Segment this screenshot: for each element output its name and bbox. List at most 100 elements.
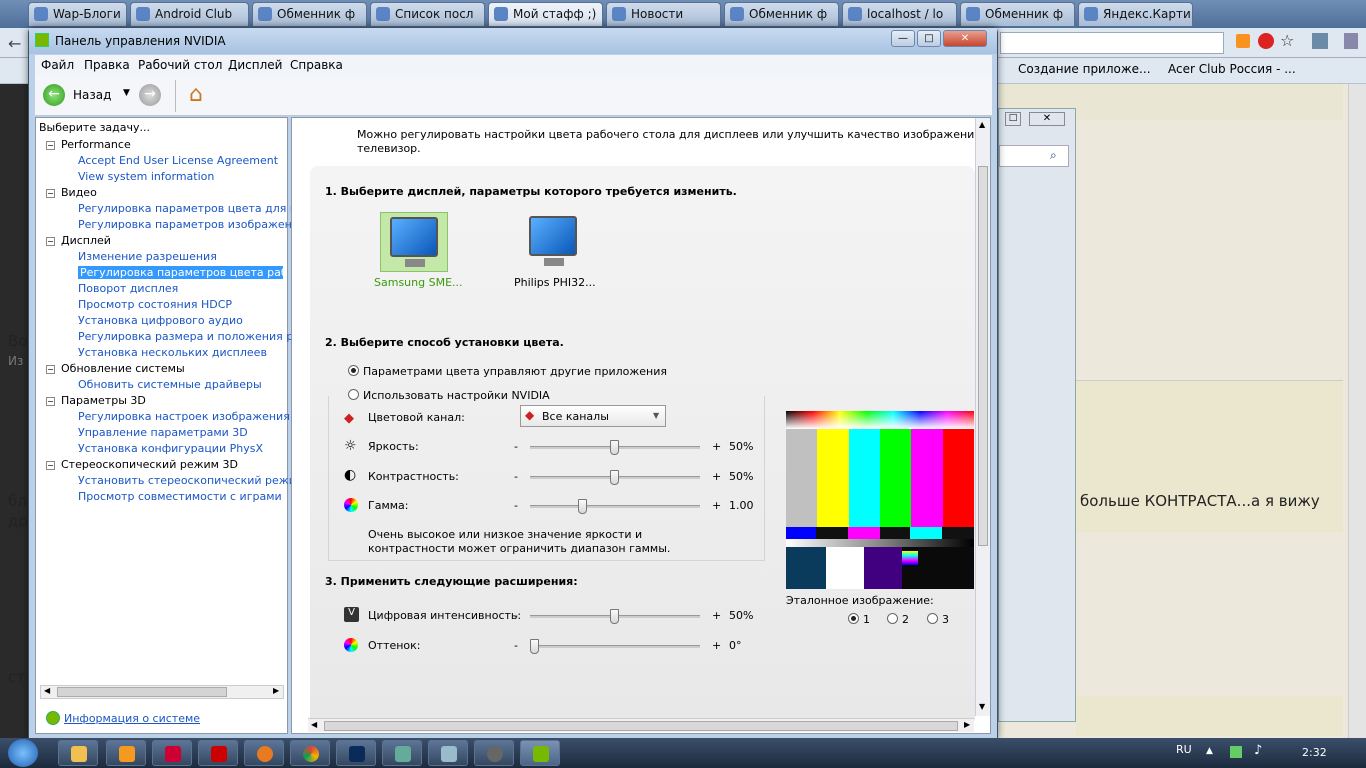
start-button[interactable] [8,739,38,767]
menu-edit[interactable]: Правка [84,58,130,72]
taskbar-firefox[interactable] [244,740,284,766]
scroll-down-icon[interactable]: ▼ [979,702,985,711]
maximize-button[interactable]: □ [917,30,941,47]
browser-tab[interactable]: Обменник ф [960,2,1075,26]
tree-task-link[interactable]: Поворот дисплея [78,282,178,295]
vibrance-slider[interactable] [530,609,700,624]
tree-expander-icon[interactable]: − [46,189,55,198]
scroll-right-icon[interactable]: ▶ [273,686,279,695]
browser-tab[interactable]: Список посл [370,2,485,26]
taskbar-explorer[interactable] [58,740,98,766]
taskbar-filezilla[interactable] [198,740,238,766]
bookmark-1[interactable]: Создание приложе... [1018,62,1151,76]
settings-hscrollbar[interactable]: ◀ ▶ [308,718,974,732]
tree-task-link[interactable]: Обновить системные драйверы [78,378,262,391]
tree-task-link[interactable]: Регулировка параметров изображения д [78,218,317,231]
scroll-up-icon[interactable]: ▲ [979,120,985,129]
settings-vscrollbar[interactable]: ▲ ▼ [975,118,990,716]
rss-icon[interactable] [1236,34,1250,48]
tree-task-link[interactable]: Регулировка параметров цвета рабочег [78,266,283,279]
taskbar-app-2[interactable] [382,740,422,766]
taskbar-nvidia[interactable] [520,740,560,766]
tree-category[interactable]: Дисплей [61,234,111,247]
close-icon[interactable]: ✕ [1029,112,1065,126]
radio-other-apps-label[interactable]: Параметрами цвета управляют другие прило… [363,365,667,378]
reference-radio-3-label[interactable]: 3 [942,613,949,626]
back-dropdown-icon[interactable]: ▼ [123,88,130,98]
taskbar-chrome[interactable] [290,740,330,766]
tree-task-link[interactable]: Регулировка размера и положения рабо [78,330,314,343]
browser-tab[interactable]: Android Club [130,2,249,26]
home-icon[interactable]: ⌂ [189,82,203,107]
brightness-thumb[interactable] [610,440,619,455]
browser-tab[interactable]: Мой стафф ;) [488,2,603,26]
gamma-thumb[interactable] [578,499,587,514]
menu-display[interactable]: Дисплей [228,58,282,72]
display-samsung[interactable] [380,212,448,272]
tools-icon[interactable] [1344,33,1358,49]
volume-icon[interactable]: ♪ [1254,743,1262,758]
brightness-slider[interactable] [530,440,700,455]
browser-tab[interactable]: Обменник ф [252,2,367,26]
system-info-link[interactable]: Информация о системе [64,712,200,725]
radio-other-apps[interactable] [348,365,359,376]
tree-task-link[interactable]: Регулировка параметров цвета для вид [78,202,311,215]
vibrance-thumb[interactable] [610,609,619,624]
clock[interactable]: 2:32 [1302,746,1327,759]
taskbar-photoshop[interactable] [336,740,376,766]
browser-tab[interactable]: Обменник ф [724,2,839,26]
display-philips-label[interactable]: Philips PHI32... [514,276,596,289]
browser-tab[interactable]: Wap-Блоги | [28,2,127,26]
browser-tab[interactable]: Яндекс.Карти [1078,2,1193,26]
scroll-thumb[interactable] [324,721,958,731]
reference-radio-3[interactable] [927,613,938,624]
adblock-icon[interactable] [1258,33,1274,49]
tree-category[interactable]: Стереоскопический режим 3D [61,458,238,471]
tree-task-link[interactable]: Регулировка настроек изображения с пр [78,410,317,423]
reference-radio-2[interactable] [887,613,898,624]
page-scrollbar[interactable] [1348,84,1366,738]
tree-category[interactable]: Видео [61,186,97,199]
page-icon[interactable] [1312,33,1328,49]
display-samsung-label[interactable]: Samsung SME... [374,276,463,289]
address-bar[interactable] [1000,32,1224,54]
back-arrow-icon[interactable]: ← [43,84,65,106]
browser-tab[interactable]: Новости [606,2,721,26]
tree-task-link[interactable]: Просмотр состояния HDCP [78,298,232,311]
taskbar-media-player[interactable] [106,740,146,766]
tree-expander-icon[interactable]: − [46,141,55,150]
tree-task-link[interactable]: Accept End User License Agreement [78,154,278,167]
taskbar-app-3[interactable] [428,740,468,766]
scroll-thumb[interactable] [57,687,227,697]
star-icon[interactable]: ☆ [1280,31,1294,50]
channel-select[interactable]: ◆ Все каналы ▼ [520,405,666,427]
forward-arrow-icon[interactable]: → [139,84,161,106]
tree-task-link[interactable]: Изменение разрешения [78,250,217,263]
language-indicator[interactable]: RU [1176,743,1192,756]
tree-task-link[interactable]: Управление параметрами 3D [78,426,248,439]
tree-task-link[interactable]: View system information [78,170,214,183]
tree-task-link[interactable]: Установка нескольких дисплеев [78,346,267,359]
tree-category[interactable]: Обновление системы [61,362,185,375]
tree-hscrollbar[interactable]: ◀ ▶ [40,685,284,699]
scroll-thumb[interactable] [978,166,988,546]
search-input[interactable]: ⌕ [999,145,1069,167]
contrast-slider[interactable] [530,470,700,485]
gamma-slider[interactable] [530,499,700,514]
tree-category[interactable]: Параметры 3D [61,394,146,407]
tree-category[interactable]: Performance [61,138,131,151]
tree-task-link[interactable]: Установка конфигурации PhysX [78,442,263,455]
hue-slider[interactable] [530,639,700,654]
minimize-button[interactable]: — [891,30,915,47]
tree-expander-icon[interactable]: − [46,397,55,406]
tree-expander-icon[interactable]: − [46,237,55,246]
menu-desktop[interactable]: Рабочий стол [138,58,222,72]
reference-radio-1[interactable] [848,613,859,624]
taskbar-app[interactable] [152,740,192,766]
reference-radio-2-label[interactable]: 2 [902,613,909,626]
tray-app-icon[interactable] [1230,746,1242,758]
taskbar-app-4[interactable] [474,740,514,766]
tree-task-link[interactable]: Просмотр совместимости с играми [78,490,282,503]
contrast-thumb[interactable] [610,470,619,485]
tree-task-link[interactable]: Установка цифрового аудио [78,314,243,327]
